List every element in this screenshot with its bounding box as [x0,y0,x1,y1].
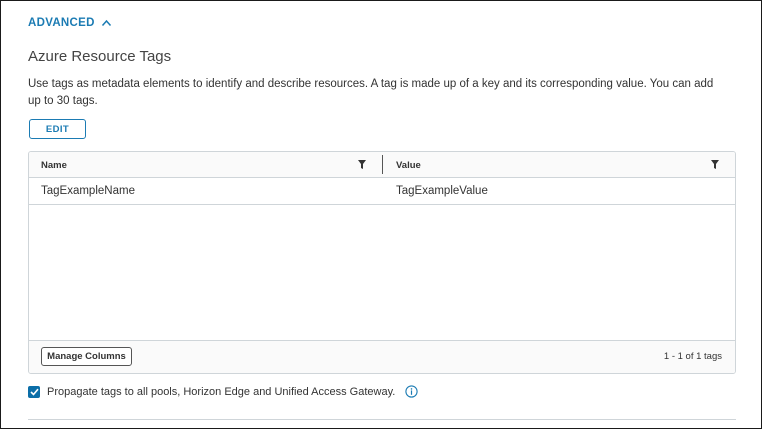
chevron-up-icon [101,19,111,26]
cell-tag-value: TagExampleValue [396,185,488,197]
manage-columns-button[interactable]: Manage Columns [41,347,132,366]
checkmark-icon [29,388,39,396]
propagate-tags-label: Propagate tags to all pools, Horizon Edg… [47,385,396,398]
panel-frame: ADVANCED Azure Resource Tags Use tags as… [0,0,762,429]
info-icon[interactable] [405,385,418,398]
cell-tag-name: TagExampleName [41,185,135,197]
filter-icon[interactable] [358,160,366,169]
column-header-name[interactable]: Name [41,152,67,178]
section-description: Use tags as metadata elements to identif… [28,78,714,107]
column-header-value[interactable]: Value [396,152,421,178]
advanced-toggle[interactable]: ADVANCED [28,17,112,29]
table-row: TagExampleName TagExampleValue [29,178,735,205]
tags-datagrid: Name Value TagExampleName TagExampleValu… [28,151,736,374]
pagination-text: 1 - 1 of 1 tags [663,351,722,362]
datagrid-footer: Manage Columns 1 - 1 of 1 tags [29,340,735,373]
datagrid-header: Name Value [29,152,735,178]
filter-icon[interactable] [711,160,719,169]
advanced-label: ADVANCED [28,17,95,29]
propagate-tags-checkbox[interactable] [28,385,40,398]
propagate-tags-option: Propagate tags to all pools, Horizon Edg… [28,385,418,398]
column-resize-handle[interactable] [382,155,383,174]
section-title: Azure Resource Tags [28,48,172,65]
edit-button[interactable]: EDIT [29,119,86,139]
section-divider [28,419,736,420]
